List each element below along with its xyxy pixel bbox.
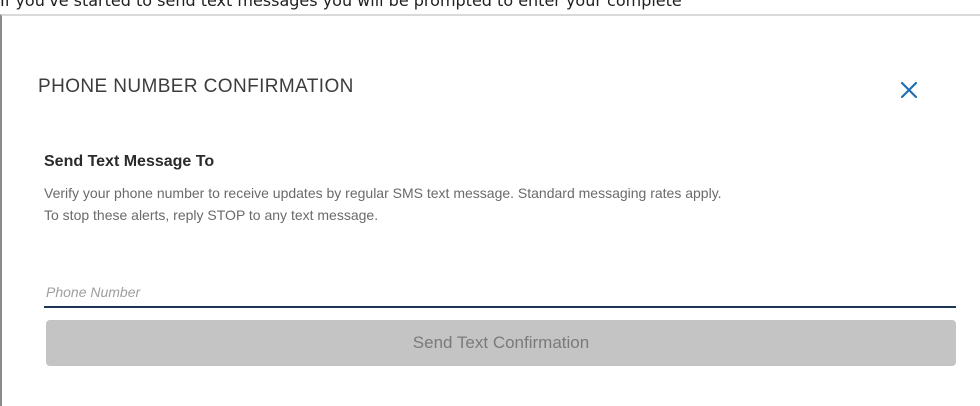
description-line-1: Verify your phone number to receive upda…: [44, 185, 722, 201]
section-heading: Send Text Message To: [44, 153, 215, 170]
background-page-text: If you've started to send text messages …: [0, 0, 682, 10]
modal-title: PHONE NUMBER CONFIRMATION: [38, 76, 354, 97]
close-icon-glyph: [900, 81, 918, 99]
phone-confirmation-modal: PHONE NUMBER CONFIRMATION Send Text Mess…: [0, 14, 980, 406]
description-text: Verify your phone number to receive upda…: [44, 182, 964, 226]
send-text-confirmation-button[interactable]: Send Text Confirmation: [46, 320, 956, 366]
description-line-2: To stop these alerts, reply STOP to any …: [44, 207, 379, 223]
close-icon[interactable]: [897, 78, 921, 102]
phone-number-input[interactable]: [44, 278, 956, 308]
